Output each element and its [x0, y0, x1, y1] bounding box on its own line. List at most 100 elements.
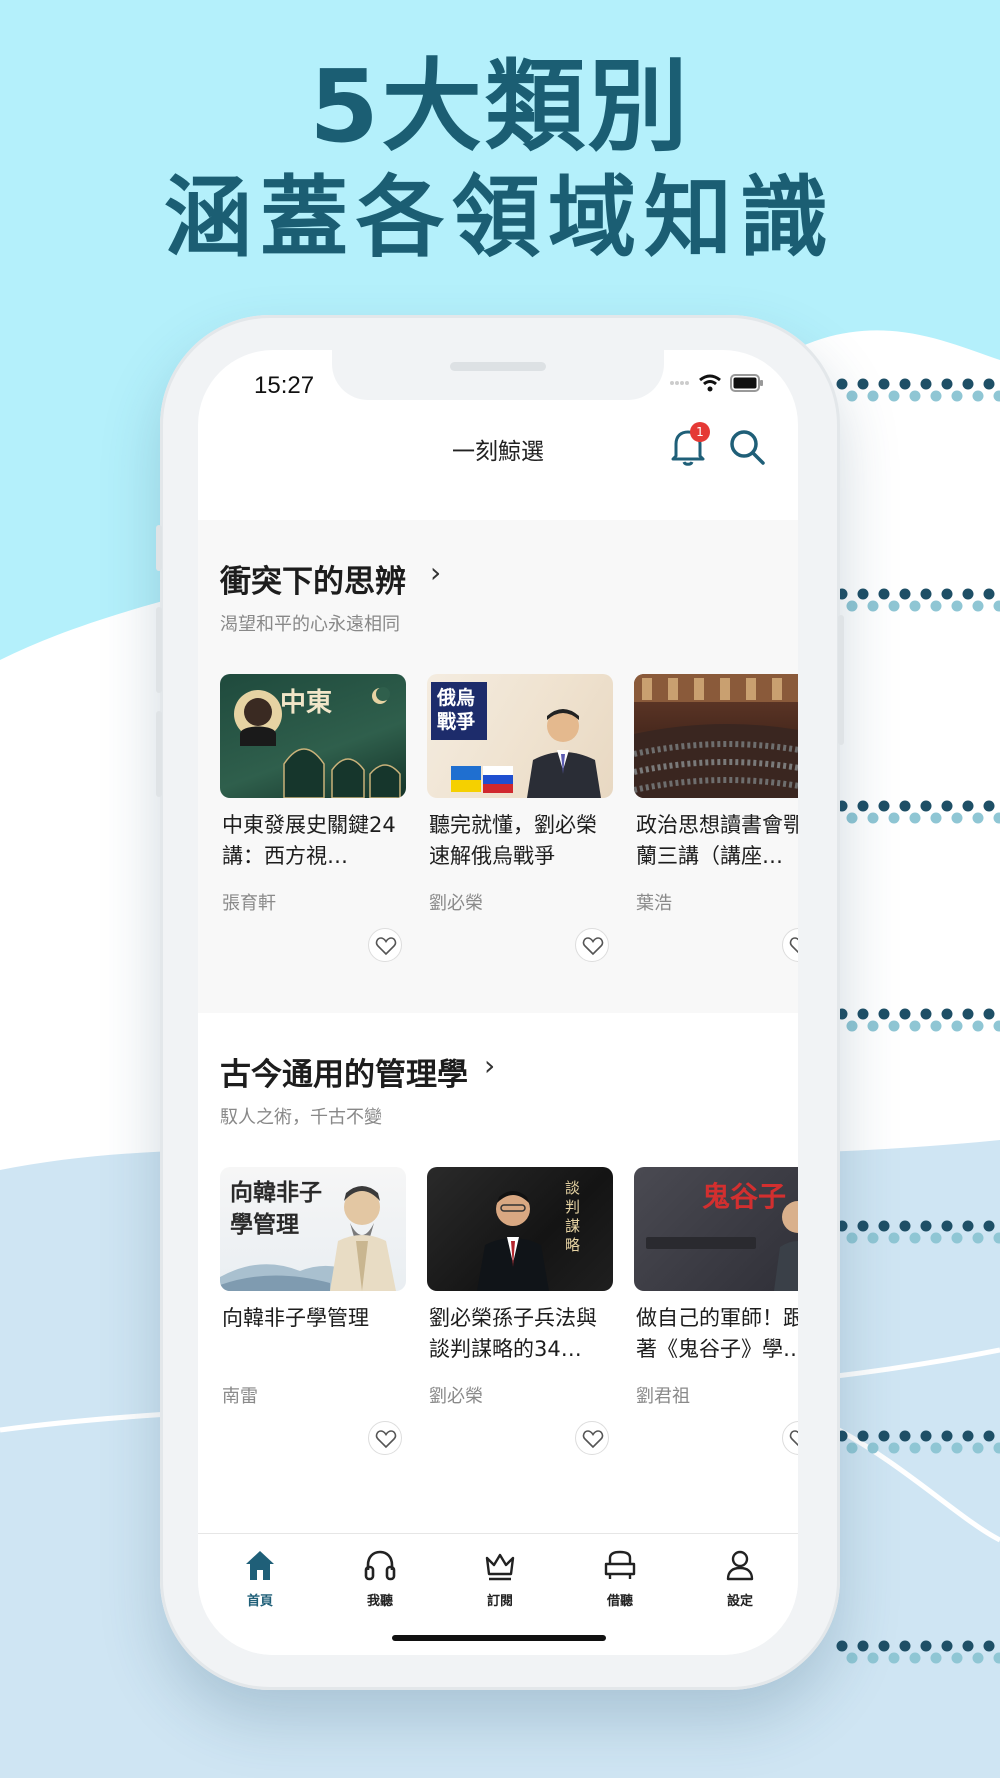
dot-pattern: [836, 1004, 1000, 1044]
notification-badge: 1: [690, 422, 710, 442]
dot: [962, 378, 974, 390]
section-subtitle: 渴望和平的心永遠相同: [220, 614, 400, 635]
chevron-right-icon[interactable]: ›: [430, 556, 441, 589]
dot: [867, 1442, 879, 1454]
tab-label: 設定: [726, 1594, 753, 1609]
dot: [867, 812, 879, 824]
course-cover[interactable]: 鬼谷子: [634, 1167, 798, 1291]
dot: [930, 1020, 942, 1032]
favorite-button[interactable]: [575, 928, 609, 962]
course-title[interactable]: 劉必榮孫子兵法與談判謀略的34…: [429, 1303, 615, 1365]
search-icon[interactable]: [728, 428, 766, 466]
dot-pattern: [836, 1216, 1000, 1256]
dot: [899, 1430, 911, 1442]
dot: [909, 1232, 921, 1244]
dot: [846, 1652, 858, 1664]
course-title[interactable]: 中東發展史關鍵24講：西方視…: [222, 810, 408, 872]
armchair-icon: [604, 1550, 636, 1579]
chevron-right-icon[interactable]: ›: [484, 1049, 495, 1082]
tab-home[interactable]: 首頁: [220, 1548, 300, 1609]
side-button: [156, 525, 162, 571]
dot: [930, 812, 942, 824]
dot: [846, 1232, 858, 1244]
dot: [836, 378, 848, 390]
dot: [857, 1640, 869, 1652]
promo-headline: 5大類別 涵蓋各領域知識: [0, 50, 1000, 272]
dot: [930, 1442, 942, 1454]
dot: [993, 390, 1000, 402]
cover-title: 談判謀略: [565, 1179, 581, 1254]
course-cover[interactable]: 向韓非子學管理: [220, 1167, 406, 1291]
dot: [993, 1652, 1000, 1664]
dot: [972, 600, 984, 612]
favorite-button[interactable]: [782, 1421, 798, 1455]
dot: [983, 1640, 995, 1652]
dot: [867, 600, 879, 612]
section-title[interactable]: 古今通用的管理學: [220, 1049, 468, 1094]
dot: [962, 1008, 974, 1020]
dot: [983, 378, 995, 390]
dot-pattern: [836, 584, 1000, 624]
dot-pattern: [836, 796, 1000, 836]
course-cover[interactable]: 俄烏戰爭: [427, 674, 613, 798]
dot: [846, 1020, 858, 1032]
dot: [878, 800, 890, 812]
status-time: 15:27: [254, 372, 315, 399]
dot: [951, 1442, 963, 1454]
headline-line2: 涵蓋各領域知識: [163, 166, 836, 269]
dot: [899, 1640, 911, 1652]
dot: [993, 812, 1000, 824]
heart-icon: [375, 1430, 397, 1449]
dot: [951, 1232, 963, 1244]
dot: [972, 1232, 984, 1244]
tab-settings[interactable]: 設定: [700, 1548, 780, 1609]
favorite-button[interactable]: [782, 928, 798, 962]
tab-listening[interactable]: 我聽: [340, 1548, 420, 1609]
section-conflict: 衝突下的思辨 › 渴望和平的心永遠相同 中東 中東發展史關鍵24講：西方視… 張…: [198, 520, 798, 1013]
section-subtitle: 馭人之術，千古不變: [220, 1107, 382, 1128]
signal-dots-icon: [670, 381, 689, 385]
notch: [332, 350, 664, 400]
dot: [920, 1430, 932, 1442]
heart-icon: [789, 1430, 798, 1447]
dot-pattern: [836, 1426, 1000, 1466]
dot: [888, 1020, 900, 1032]
dot: [867, 1020, 879, 1032]
wifi-icon: [699, 374, 721, 392]
dot: [951, 1020, 963, 1032]
favorite-button[interactable]: [575, 1421, 609, 1455]
dot: [867, 1232, 879, 1244]
course-title[interactable]: 做自己的軍師！跟著《鬼谷子》學…: [636, 1303, 798, 1365]
course-cover[interactable]: 中東: [220, 674, 406, 798]
user-icon: [726, 1550, 754, 1581]
course-title[interactable]: 聽完就懂，劉必榮速解俄烏戰爭: [429, 810, 615, 872]
course-cover[interactable]: [634, 674, 798, 798]
favorite-button[interactable]: [368, 928, 402, 962]
course-title[interactable]: 向韓非子學管理: [222, 1303, 408, 1334]
dot: [867, 1652, 879, 1664]
course-title[interactable]: 政治思想讀書會鄂蘭三講（講座…: [636, 810, 798, 872]
dot: [941, 588, 953, 600]
headline-line1: 5大類別: [309, 48, 691, 165]
headphones-icon: [364, 1550, 396, 1581]
dot: [941, 800, 953, 812]
dot: [888, 600, 900, 612]
section-title[interactable]: 衝突下的思辨: [220, 556, 406, 601]
dot: [878, 1430, 890, 1442]
dot: [878, 1640, 890, 1652]
home-icon: [246, 1551, 274, 1580]
dot: [899, 800, 911, 812]
heart-icon: [375, 937, 397, 956]
speaker: [450, 362, 546, 371]
course-author: 張育軒: [222, 893, 276, 914]
dot: [878, 1008, 890, 1020]
dot: [972, 390, 984, 402]
dot: [899, 378, 911, 390]
dot: [857, 800, 869, 812]
course-cover[interactable]: 談判謀略: [427, 1167, 613, 1291]
favorite-button[interactable]: [368, 1421, 402, 1455]
tab-subscribe[interactable]: 訂閱: [460, 1548, 540, 1609]
tab-borrow[interactable]: 借聽: [580, 1548, 660, 1609]
dot: [941, 1430, 953, 1442]
volume-down-button: [156, 711, 162, 797]
